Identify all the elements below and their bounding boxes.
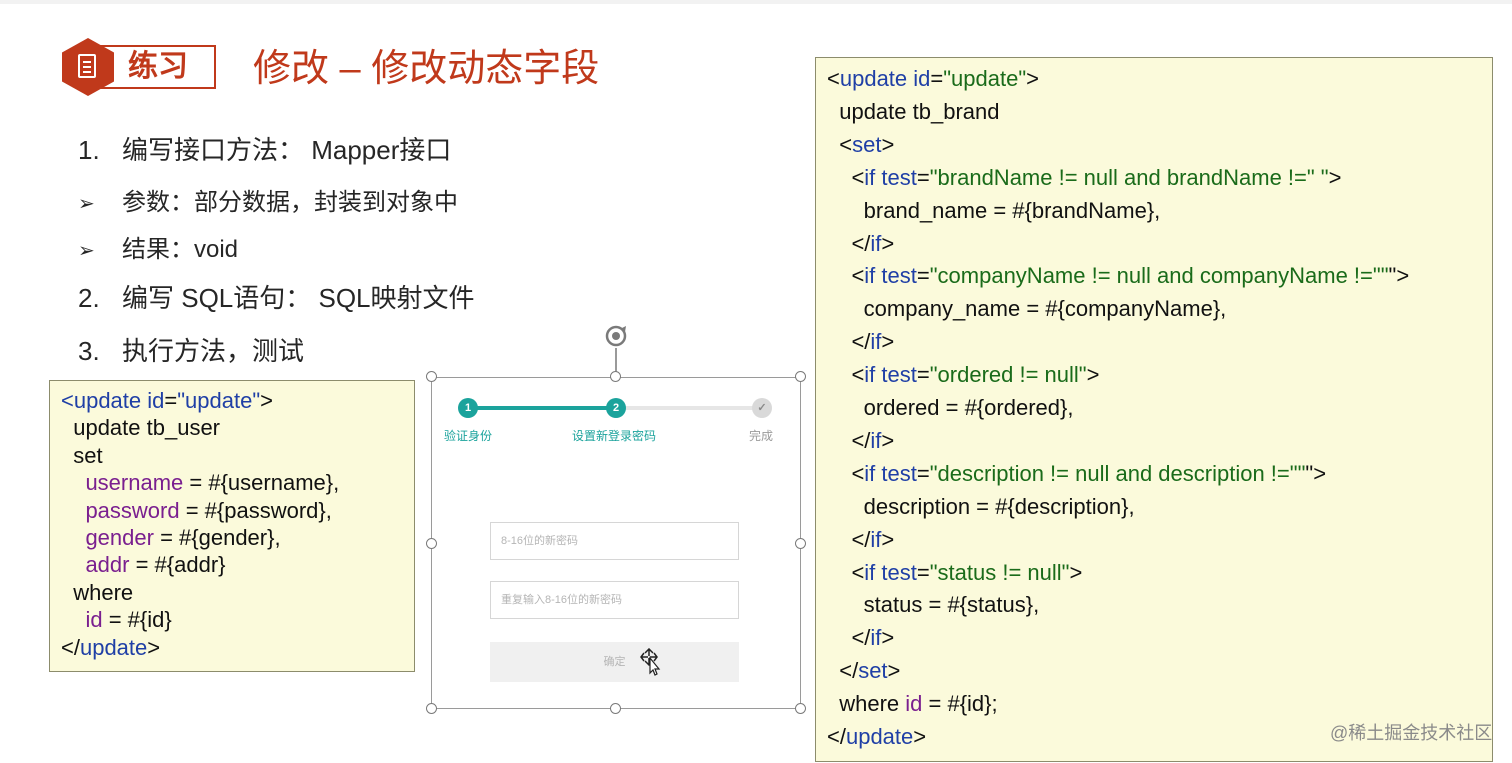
resize-handle[interactable] (795, 371, 806, 382)
code-line: where id = #{id}; (827, 691, 998, 717)
list-item: ➢ 结果：void (78, 236, 239, 263)
code-line: </if> (827, 625, 895, 651)
progress-done (468, 406, 616, 410)
code-line: update tb_user (61, 415, 221, 441)
code-line: </if> (827, 230, 895, 256)
code-line: update tb_brand (827, 98, 1000, 124)
code-line: status = #{status}, (827, 592, 1040, 618)
step-3-label: 完成 (749, 429, 774, 443)
code-line: username = #{username}, (61, 470, 340, 496)
code-line: addr = #{addr} (61, 552, 226, 578)
code-line: password = #{password}, (61, 497, 332, 523)
code-line: description = #{description}, (827, 493, 1135, 519)
resize-handle[interactable] (426, 703, 437, 714)
resize-handle[interactable] (795, 538, 806, 549)
code-line: id = #{id} (61, 607, 172, 633)
resize-handle[interactable] (610, 703, 621, 714)
new-password-input[interactable]: 8-16位的新密码 (490, 522, 739, 560)
code-line: company_name = #{companyName}, (827, 296, 1227, 322)
code-line: <if test="companyName != null and compan… (827, 263, 1410, 289)
code-line: where (61, 579, 134, 605)
code-line: </if> (827, 329, 895, 355)
resize-handle[interactable] (426, 538, 437, 549)
code-line: gender = #{gender}, (61, 525, 281, 550)
step-1-label: 验证身份 (444, 429, 493, 443)
code-line: </if> (827, 427, 895, 453)
rotate-handle-icon[interactable] (602, 322, 630, 350)
code-line: <update id="update"> (61, 388, 274, 413)
code-line: <update id="update"> (827, 66, 1040, 91)
step-1: 1 (458, 398, 478, 418)
code-line: </update> (61, 634, 161, 660)
resize-handle[interactable] (795, 703, 806, 714)
code-line: <if test="status != null"> (827, 559, 1083, 585)
badge-label: 练习 (128, 50, 188, 83)
password-reset-mockup[interactable]: 1 2 ✓ 验证身份 设置新登录密码 完成 8-16位的新密码 重复输入8-16… (431, 377, 801, 709)
code-line: </set> (827, 658, 901, 684)
step-2-label: 设置新登录密码 (572, 429, 657, 443)
progress-pending (616, 406, 762, 410)
list-item: 3. 执行方法，测试 (78, 336, 305, 366)
resize-handle[interactable] (426, 371, 437, 382)
exercise-badge: 练习 (62, 38, 222, 96)
step-2: 2 (606, 398, 626, 418)
code-block-brand: <update id="update"> update tb_brand <se… (815, 57, 1493, 762)
code-line: brand_name = #{brandName}, (827, 197, 1161, 223)
confirm-button[interactable]: 确定 (490, 642, 739, 682)
code-block-user: <update id="update"> update tb_user set … (49, 380, 415, 672)
code-line: </if> (827, 526, 895, 552)
slide-title: 修改 – 修改动态字段 (253, 48, 600, 90)
top-border (0, 0, 1512, 4)
list-item: ➢ 参数：部分数据，封装到对象中 (78, 189, 458, 216)
confirm-password-input[interactable]: 重复输入8-16位的新密码 (490, 581, 739, 619)
step-3-check-icon: ✓ (752, 398, 772, 418)
list-item: 1. 编写接口方法： Mapper接口 (78, 135, 452, 165)
move-cursor-icon (640, 648, 661, 676)
watermark: @稀土掘金技术社区 (1330, 723, 1493, 743)
code-line: set (61, 442, 103, 468)
code-line: <set> (827, 131, 895, 157)
resize-handle[interactable] (610, 371, 621, 382)
code-line: </update> (827, 724, 927, 749)
code-line: ordered = #{ordered}, (827, 395, 1074, 420)
list-item: 2. 编写 SQL语句： SQL映射文件 (78, 283, 475, 313)
code-line: <if test="brandName != null and brandNam… (827, 164, 1342, 190)
code-line: <if test="description != null and descri… (827, 460, 1327, 486)
code-line: <if test="ordered != null"> (827, 362, 1100, 388)
